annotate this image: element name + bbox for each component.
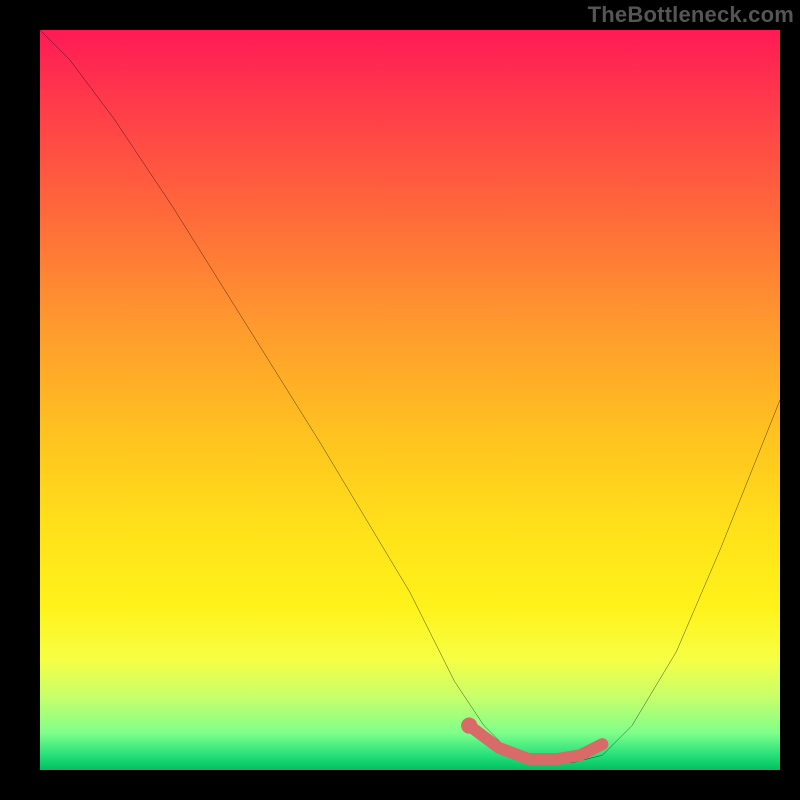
plot-area <box>40 30 780 770</box>
chart-frame: TheBottleneck.com <box>0 0 800 800</box>
highlight-marker <box>40 30 780 770</box>
highlight-path <box>469 726 602 759</box>
watermark-text: TheBottleneck.com <box>588 2 794 28</box>
highlight-start-dot <box>461 717 477 733</box>
